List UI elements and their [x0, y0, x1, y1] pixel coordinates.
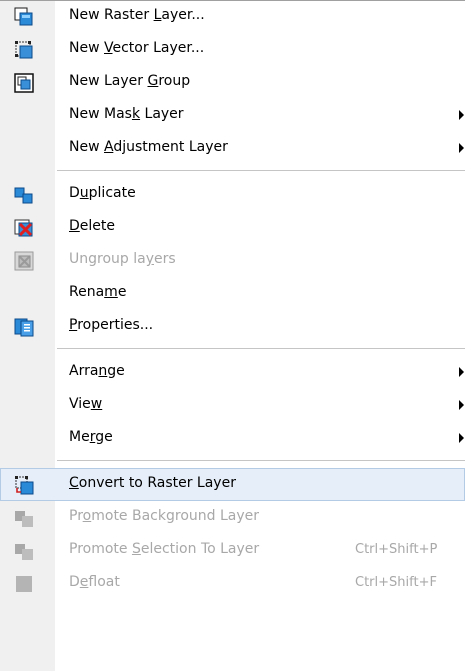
menu-item-promote-background-layer[interactable]: Promote Background Layer — [0, 501, 465, 534]
menu-item-label: Ungroup la — [69, 251, 146, 267]
menu-item-label-rest: ers — [154, 251, 176, 267]
submenu-arrow-icon — [459, 400, 464, 410]
menu-item-mnemonic: G — [147, 73, 159, 89]
ungroup-icon — [14, 251, 34, 271]
layers-context-menu: New Raster Layer... New Vector Layer... … — [0, 0, 465, 671]
menu-item-label: New Layer — [69, 73, 148, 89]
menu-item-label-rest: election To Layer — [140, 541, 260, 557]
menu-item-label: Rena — [69, 284, 105, 300]
menu-item-label: Pr — [69, 508, 83, 524]
menu-item-new-adjustment-layer[interactable]: New Adjustment Layer — [0, 132, 465, 165]
menu-item-convert-to-raster-layer[interactable]: Convert to Raster Layer — [0, 468, 465, 501]
menu-item-rename[interactable]: Rename — [0, 277, 465, 310]
duplicate-icon — [14, 187, 33, 204]
menu-item-label: New Raster — [69, 7, 154, 23]
menu-item-new-vector-layer[interactable]: New Vector Layer... — [0, 33, 465, 66]
menu-item-mnemonic: k — [131, 106, 141, 122]
menu-item-duplicate[interactable]: Duplicate — [0, 178, 465, 211]
menu-item-label-rest: plicate — [88, 185, 136, 201]
submenu-arrow-icon — [459, 143, 464, 153]
menu-item-arrange[interactable]: Arrange — [0, 356, 465, 389]
new-raster-layer-icon — [14, 7, 33, 26]
menu-item-mnemonic: n — [98, 363, 108, 379]
menu-item-mnemonic: S — [131, 541, 141, 557]
menu-item-label-rest: ector Layer... — [112, 40, 205, 56]
promote-background-icon — [15, 511, 33, 527]
menu-item-mnemonic: o — [82, 508, 92, 524]
menu-item-mnemonic: A — [104, 139, 114, 155]
menu-item-label-rest: Layer — [140, 106, 184, 122]
menu-item-mnemonic: w — [90, 396, 103, 412]
menu-item-mnemonic: P — [69, 317, 78, 333]
menu-item-label-rest: elete — [79, 218, 115, 234]
menu-item-label-rest: roup — [158, 73, 191, 89]
menu-item-label-rest: float — [88, 574, 120, 590]
menu-item-label: Me — [69, 429, 90, 445]
menu-item-label-rest: onvert to Raster Layer — [78, 475, 236, 491]
menu-item-new-mask-layer[interactable]: New Mask Layer — [0, 99, 465, 132]
menu-separator — [57, 460, 465, 462]
menu-item-ungroup-layers[interactable]: Ungroup layers — [0, 244, 465, 277]
menu-item-shortcut: Ctrl+Shift+F — [355, 575, 437, 590]
menu-item-defloat[interactable]: Defloat Ctrl+Shift+F — [0, 567, 465, 600]
menu-item-delete[interactable]: Delete — [0, 211, 465, 244]
new-layer-group-icon — [14, 73, 34, 93]
properties-icon — [14, 318, 34, 337]
menu-item-label-rest: ge — [95, 429, 113, 445]
menu-item-label-rest: djustment Layer — [113, 139, 228, 155]
menu-item-mnemonic: C — [69, 475, 79, 491]
menu-item-mnemonic: V — [104, 40, 113, 56]
menu-item-label-rest: ayer... — [161, 7, 205, 23]
menu-separator — [57, 348, 465, 350]
convert-to-raster-icon — [15, 476, 34, 495]
menu-item-label: D — [69, 574, 80, 590]
menu-item-promote-selection-to-layer[interactable]: Promote Selection To Layer Ctrl+Shift+P — [0, 534, 465, 567]
menu-item-merge[interactable]: Merge — [0, 422, 465, 455]
menu-item-label-rest: ge — [107, 363, 125, 379]
menu-item-properties[interactable]: Properties... — [0, 310, 465, 343]
menu-item-label: New — [69, 40, 104, 56]
menu-item-view[interactable]: View — [0, 389, 465, 422]
menu-item-label-rest: mote Background Layer — [91, 508, 259, 524]
menu-item-label: New — [69, 139, 104, 155]
menu-item-new-raster-layer[interactable]: New Raster Layer... — [0, 0, 465, 33]
menu-separator — [57, 170, 465, 172]
menu-item-mnemonic: u — [79, 185, 89, 201]
menu-item-label: D — [69, 185, 80, 201]
menu-item-mnemonic: m — [104, 284, 118, 300]
promote-selection-icon — [15, 544, 33, 560]
submenu-arrow-icon — [459, 433, 464, 443]
menu-item-shortcut: Ctrl+Shift+P — [355, 542, 438, 557]
menu-item-mnemonic: y — [145, 251, 154, 267]
menu-item-label-rest: roperties... — [77, 317, 154, 333]
menu-item-label: Vie — [69, 396, 91, 412]
new-vector-layer-icon — [15, 41, 33, 59]
menu-item-mnemonic: D — [69, 218, 80, 234]
defloat-icon — [16, 576, 32, 592]
submenu-arrow-icon — [459, 367, 464, 377]
menu-item-label: New Mas — [69, 106, 132, 122]
menu-item-label: Promote — [69, 541, 132, 557]
delete-icon — [14, 219, 33, 237]
menu-item-label: Arra — [69, 363, 99, 379]
submenu-arrow-icon — [459, 110, 464, 120]
menu-item-new-layer-group[interactable]: New Layer Group — [0, 66, 465, 99]
menu-item-label-rest: e — [117, 284, 127, 300]
